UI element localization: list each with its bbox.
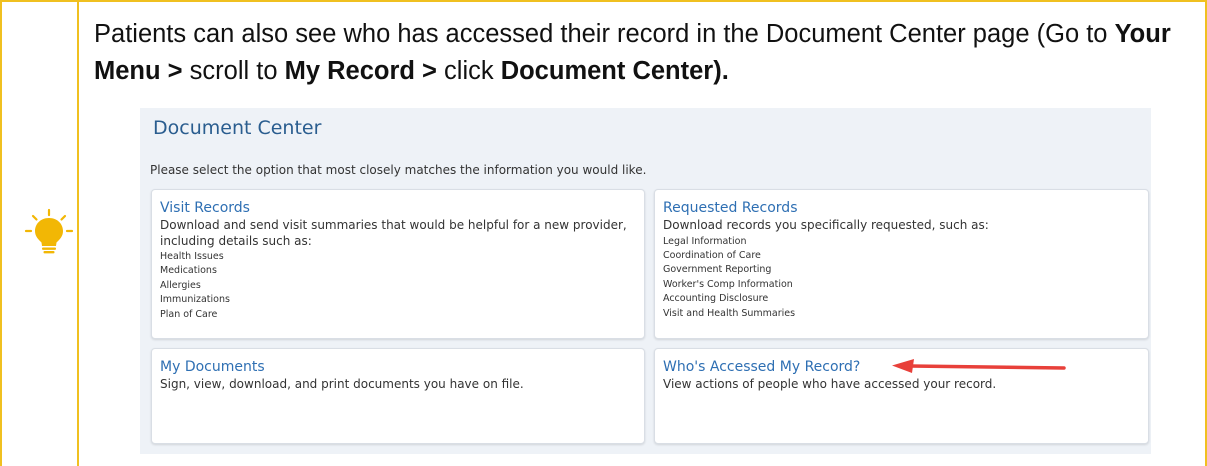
list-item: Legal Information <box>663 235 747 247</box>
card-description: View actions of people who have accessed… <box>663 377 997 391</box>
list-item: Allergies <box>160 279 201 291</box>
menu-path-my-record: My Record > <box>284 57 437 85</box>
page-title: Document Center <box>153 117 322 139</box>
intro-text: Patients can also see who has accessed t… <box>94 20 1171 85</box>
card-title[interactable]: Visit Records <box>160 200 636 217</box>
card-item-list: Legal Information Coordination of Care G… <box>663 235 1140 321</box>
list-item: Worker's Comp Information <box>663 278 793 290</box>
menu-path-document-center: Document Center). <box>500 57 729 85</box>
list-item: Government Reporting <box>663 264 772 276</box>
my-documents-card[interactable]: My Documents Sign, view, download, and p… <box>151 348 645 444</box>
visit-records-card[interactable]: Visit Records Download and send visit su… <box>151 189 645 339</box>
page-instructions: Please select the option that most close… <box>150 163 647 177</box>
list-item: Medications <box>160 265 217 277</box>
card-item-list: Health Issues Medications Allergies Immu… <box>160 250 636 322</box>
list-item: Immunizations <box>160 294 230 306</box>
card-title[interactable]: Requested Records <box>663 200 1140 217</box>
requested-records-card[interactable]: Requested Records Download records you s… <box>654 189 1149 339</box>
list-item: Accounting Disclosure <box>663 293 769 305</box>
lightbulb-icon <box>24 208 74 254</box>
card-description: Download and send visit summaries that w… <box>160 218 627 248</box>
card-description: Download records you specifically reques… <box>663 218 989 232</box>
document-center-panel: Document Center Please select the option… <box>140 108 1151 454</box>
list-item: Coordination of Care <box>663 249 761 261</box>
list-item: Visit and Health Summaries <box>663 307 796 319</box>
callout-divider <box>77 0 79 466</box>
list-item: Plan of Care <box>160 308 218 320</box>
card-description: Sign, view, download, and print document… <box>160 377 524 391</box>
red-arrow-icon <box>892 359 1066 373</box>
card-title[interactable]: My Documents <box>160 359 636 376</box>
list-item: Health Issues <box>160 251 224 262</box>
